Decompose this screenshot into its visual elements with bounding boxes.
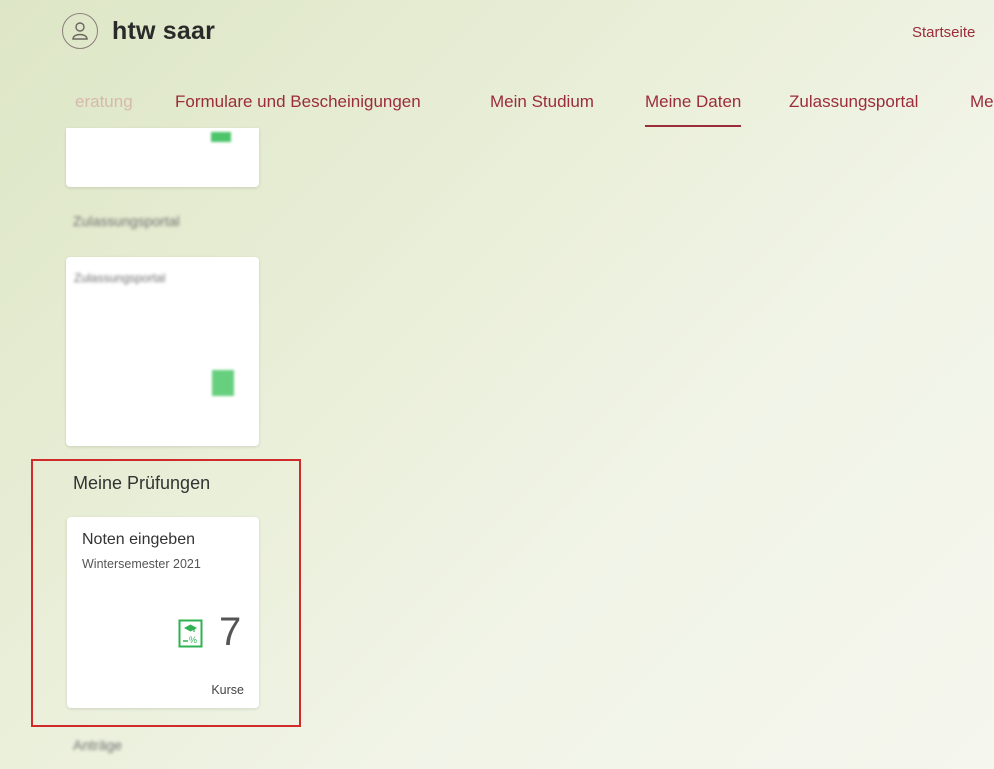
zulassung-tile[interactable]: Zulassungsportal [66, 257, 259, 446]
tab-zulassungsportal[interactable]: Zulassungsportal [789, 92, 918, 112]
tab-formulare[interactable]: Formulare und Bescheinigungen [175, 92, 421, 112]
startseite-link[interactable]: Startseite [912, 24, 975, 41]
tile-title-blurred: Zulassungsportal [74, 271, 166, 285]
tile-green-icon [211, 132, 231, 142]
tab-meine-daten[interactable]: Meine Daten [645, 92, 742, 127]
tile-green-icon [212, 370, 234, 396]
user-avatar[interactable] [62, 13, 98, 49]
user-icon [72, 22, 88, 40]
tab-mein-studium[interactable]: Mein Studium [490, 92, 594, 112]
main-navigation: eratung Formulare und Bescheinigungen Me… [0, 82, 994, 128]
htw-saar-logo[interactable]: htw saar [112, 17, 215, 46]
group-title-zulassungsportal: Zulassungsportal [73, 213, 180, 229]
group-title-antraege: Anträge [73, 737, 123, 753]
tab-more[interactable]: Me [970, 92, 994, 112]
partial-tile[interactable] [66, 128, 259, 187]
tab-beratung[interactable]: eratung [75, 92, 133, 112]
top-bar: htw saar Startseite [0, 0, 994, 64]
highlight-frame [31, 459, 301, 727]
